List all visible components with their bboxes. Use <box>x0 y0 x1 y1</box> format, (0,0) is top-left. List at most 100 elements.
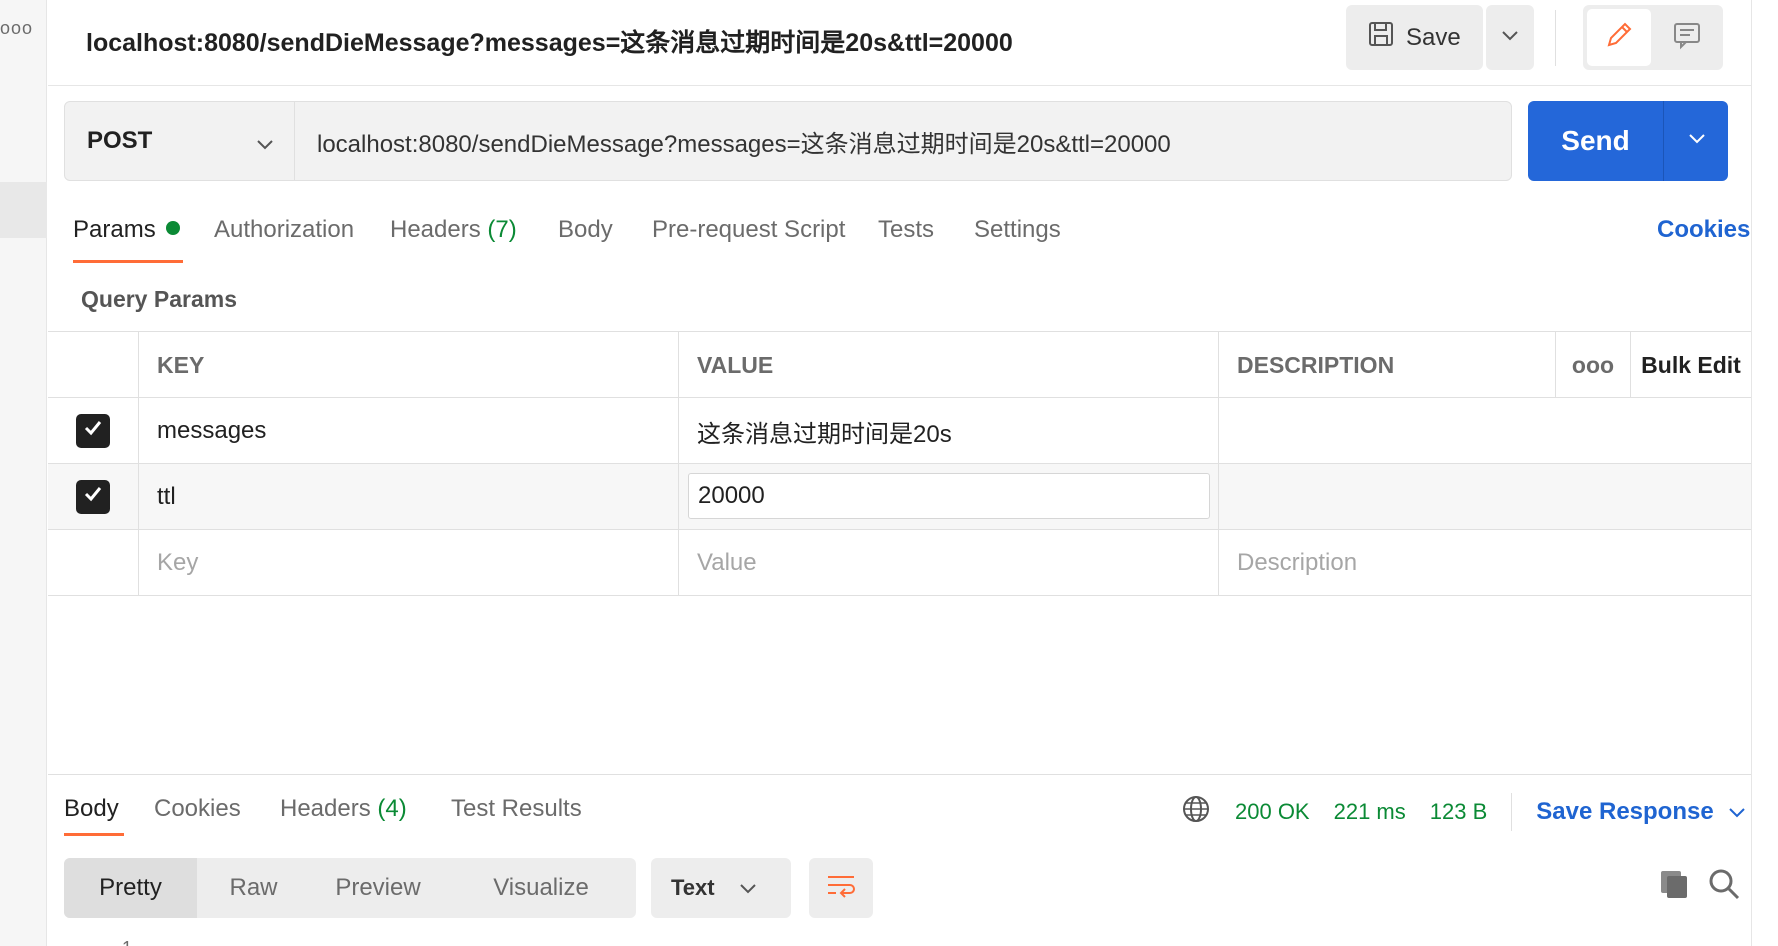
chevron-down-icon <box>739 875 757 901</box>
query-params-title: Query Params <box>81 286 237 312</box>
save-dropdown-button[interactable] <box>1486 5 1534 70</box>
param-value-cell: 20000 <box>679 464 1219 530</box>
response-tabs: Body Cookies Headers (4) Test Results 20… <box>48 785 1751 845</box>
body-type-select[interactable]: Text <box>651 858 791 918</box>
new-key-input[interactable]: Key <box>139 530 679 596</box>
active-response-tab-indicator <box>64 833 124 836</box>
format-tab-visualize[interactable]: Visualize <box>446 858 636 918</box>
tab-headers[interactable]: Headers (7) <box>390 216 517 244</box>
response-tab-body[interactable]: Body <box>64 795 119 823</box>
response-divider[interactable] <box>48 774 1751 775</box>
line-number: 1 <box>122 938 132 946</box>
right-sidebar <box>1751 0 1778 946</box>
param-description-cell[interactable] <box>1219 398 1751 464</box>
method-label: POST <box>87 127 153 154</box>
checkmark-icon <box>82 417 104 446</box>
more-options-icon[interactable]: ooo <box>0 18 33 39</box>
save-response-button[interactable]: Save Response <box>1536 798 1745 826</box>
tab-params-label: Params <box>73 216 156 243</box>
row-check-cell <box>48 398 139 464</box>
format-tab-pretty[interactable]: Pretty <box>64 858 197 918</box>
tab-params[interactable]: Params <box>73 216 180 244</box>
body-format-tabs: Pretty Raw Preview Visualize <box>64 858 636 918</box>
wrap-lines-icon <box>825 872 857 905</box>
response-tab-test-results[interactable]: Test Results <box>451 795 582 823</box>
url-bar: POST localhost:8080/sendDieMessage?messa… <box>64 101 1512 181</box>
new-description-input[interactable]: Description <box>1219 530 1751 596</box>
table-row-empty: Key Value Description <box>48 530 1751 596</box>
params-indicator-dot <box>165 221 180 235</box>
save-button[interactable]: Save <box>1346 5 1483 70</box>
chevron-down-icon <box>1501 29 1519 47</box>
save-response-label: Save Response <box>1536 798 1714 825</box>
request-workspace: localhost:8080/sendDieMessage?messages=这… <box>48 0 1751 946</box>
status-code[interactable]: 200 OK <box>1235 799 1310 825</box>
param-checkbox[interactable] <box>76 480 110 514</box>
copy-icon[interactable] <box>1658 868 1690 905</box>
wrap-lines-button[interactable] <box>809 858 873 918</box>
param-key-cell[interactable]: ttl <box>139 464 679 530</box>
column-header-value: VALUE <box>679 332 1219 398</box>
tab-tests[interactable]: Tests <box>878 216 934 244</box>
save-label: Save <box>1406 23 1461 51</box>
response-tab-cookies[interactable]: Cookies <box>154 795 241 823</box>
param-checkbox[interactable] <box>76 414 110 448</box>
tab-settings[interactable]: Settings <box>974 216 1061 244</box>
param-value-cell[interactable]: 这条消息过期时间是20s <box>679 398 1219 464</box>
chevron-down-icon <box>256 130 274 158</box>
bulk-edit-button[interactable]: Bulk Edit <box>1631 332 1751 398</box>
comment-icon <box>1672 20 1702 55</box>
checkmark-icon <box>82 483 104 512</box>
comment-mode-button[interactable] <box>1655 9 1719 66</box>
edit-mode-button[interactable] <box>1587 9 1651 66</box>
new-value-input[interactable]: Value <box>679 530 1219 596</box>
response-size[interactable]: 123 B <box>1430 799 1488 825</box>
method-select[interactable]: POST <box>65 102 295 180</box>
response-tab-headers[interactable]: Headers (4) <box>280 795 407 823</box>
body-type-label: Text <box>671 875 715 900</box>
request-title[interactable]: localhost:8080/sendDieMessage?messages=这… <box>86 23 1013 59</box>
table-row: messages 这条消息过期时间是20s <box>48 398 1751 464</box>
table-header-row: KEY VALUE DESCRIPTION ooo Bulk Edit <box>48 332 1751 398</box>
response-tab-headers-label: Headers <box>280 795 371 822</box>
chevron-down-icon <box>1728 798 1746 826</box>
save-icon <box>1368 21 1394 54</box>
param-value-input[interactable]: 20000 <box>688 473 1210 519</box>
param-description-cell[interactable] <box>1219 464 1751 530</box>
search-icon[interactable] <box>1708 868 1740 905</box>
row-check-cell <box>48 464 139 530</box>
cookies-link[interactable]: Cookies <box>1657 216 1750 244</box>
left-sidebar: ooo <box>0 0 47 946</box>
tab-body[interactable]: Body <box>558 216 613 244</box>
param-key-cell[interactable]: messages <box>139 398 679 464</box>
header-check-cell <box>48 332 139 398</box>
column-header-key: KEY <box>139 332 679 398</box>
column-header-description: DESCRIPTION <box>1219 332 1556 398</box>
format-tab-preview[interactable]: Preview <box>310 858 446 918</box>
query-params-table: KEY VALUE DESCRIPTION ooo Bulk Edit mess… <box>48 331 1751 596</box>
send-button-group: Send <box>1528 101 1728 181</box>
table-row: ttl 20000 <box>48 464 1751 530</box>
response-time[interactable]: 221 ms <box>1334 799 1406 825</box>
send-button[interactable]: Send <box>1528 101 1664 181</box>
format-tab-raw[interactable]: Raw <box>197 858 310 918</box>
response-tab-headers-count: (4) <box>377 795 407 822</box>
tab-headers-label: Headers <box>390 216 481 243</box>
globe-icon[interactable] <box>1181 794 1211 830</box>
divider <box>1511 793 1513 831</box>
tab-authorization[interactable]: Authorization <box>214 216 354 244</box>
send-dropdown-button[interactable] <box>1665 101 1728 181</box>
request-tabs: Params Authorization Headers (7) Body Pr… <box>48 204 1751 264</box>
column-options-button[interactable]: ooo <box>1556 332 1631 398</box>
row-check-cell <box>48 530 139 596</box>
chevron-down-icon <box>1688 132 1706 150</box>
sidebar-active-item[interactable] <box>0 182 47 238</box>
view-mode-toggle <box>1583 5 1723 70</box>
url-input[interactable]: localhost:8080/sendDieMessage?messages=这… <box>317 124 1171 159</box>
pencil-icon <box>1604 20 1634 55</box>
tab-headers-count: (7) <box>487 216 517 243</box>
request-header: localhost:8080/sendDieMessage?messages=这… <box>48 0 1751 86</box>
divider <box>1555 10 1556 66</box>
tab-prerequest-script[interactable]: Pre-request Script <box>652 216 845 244</box>
active-tab-indicator <box>73 260 183 263</box>
